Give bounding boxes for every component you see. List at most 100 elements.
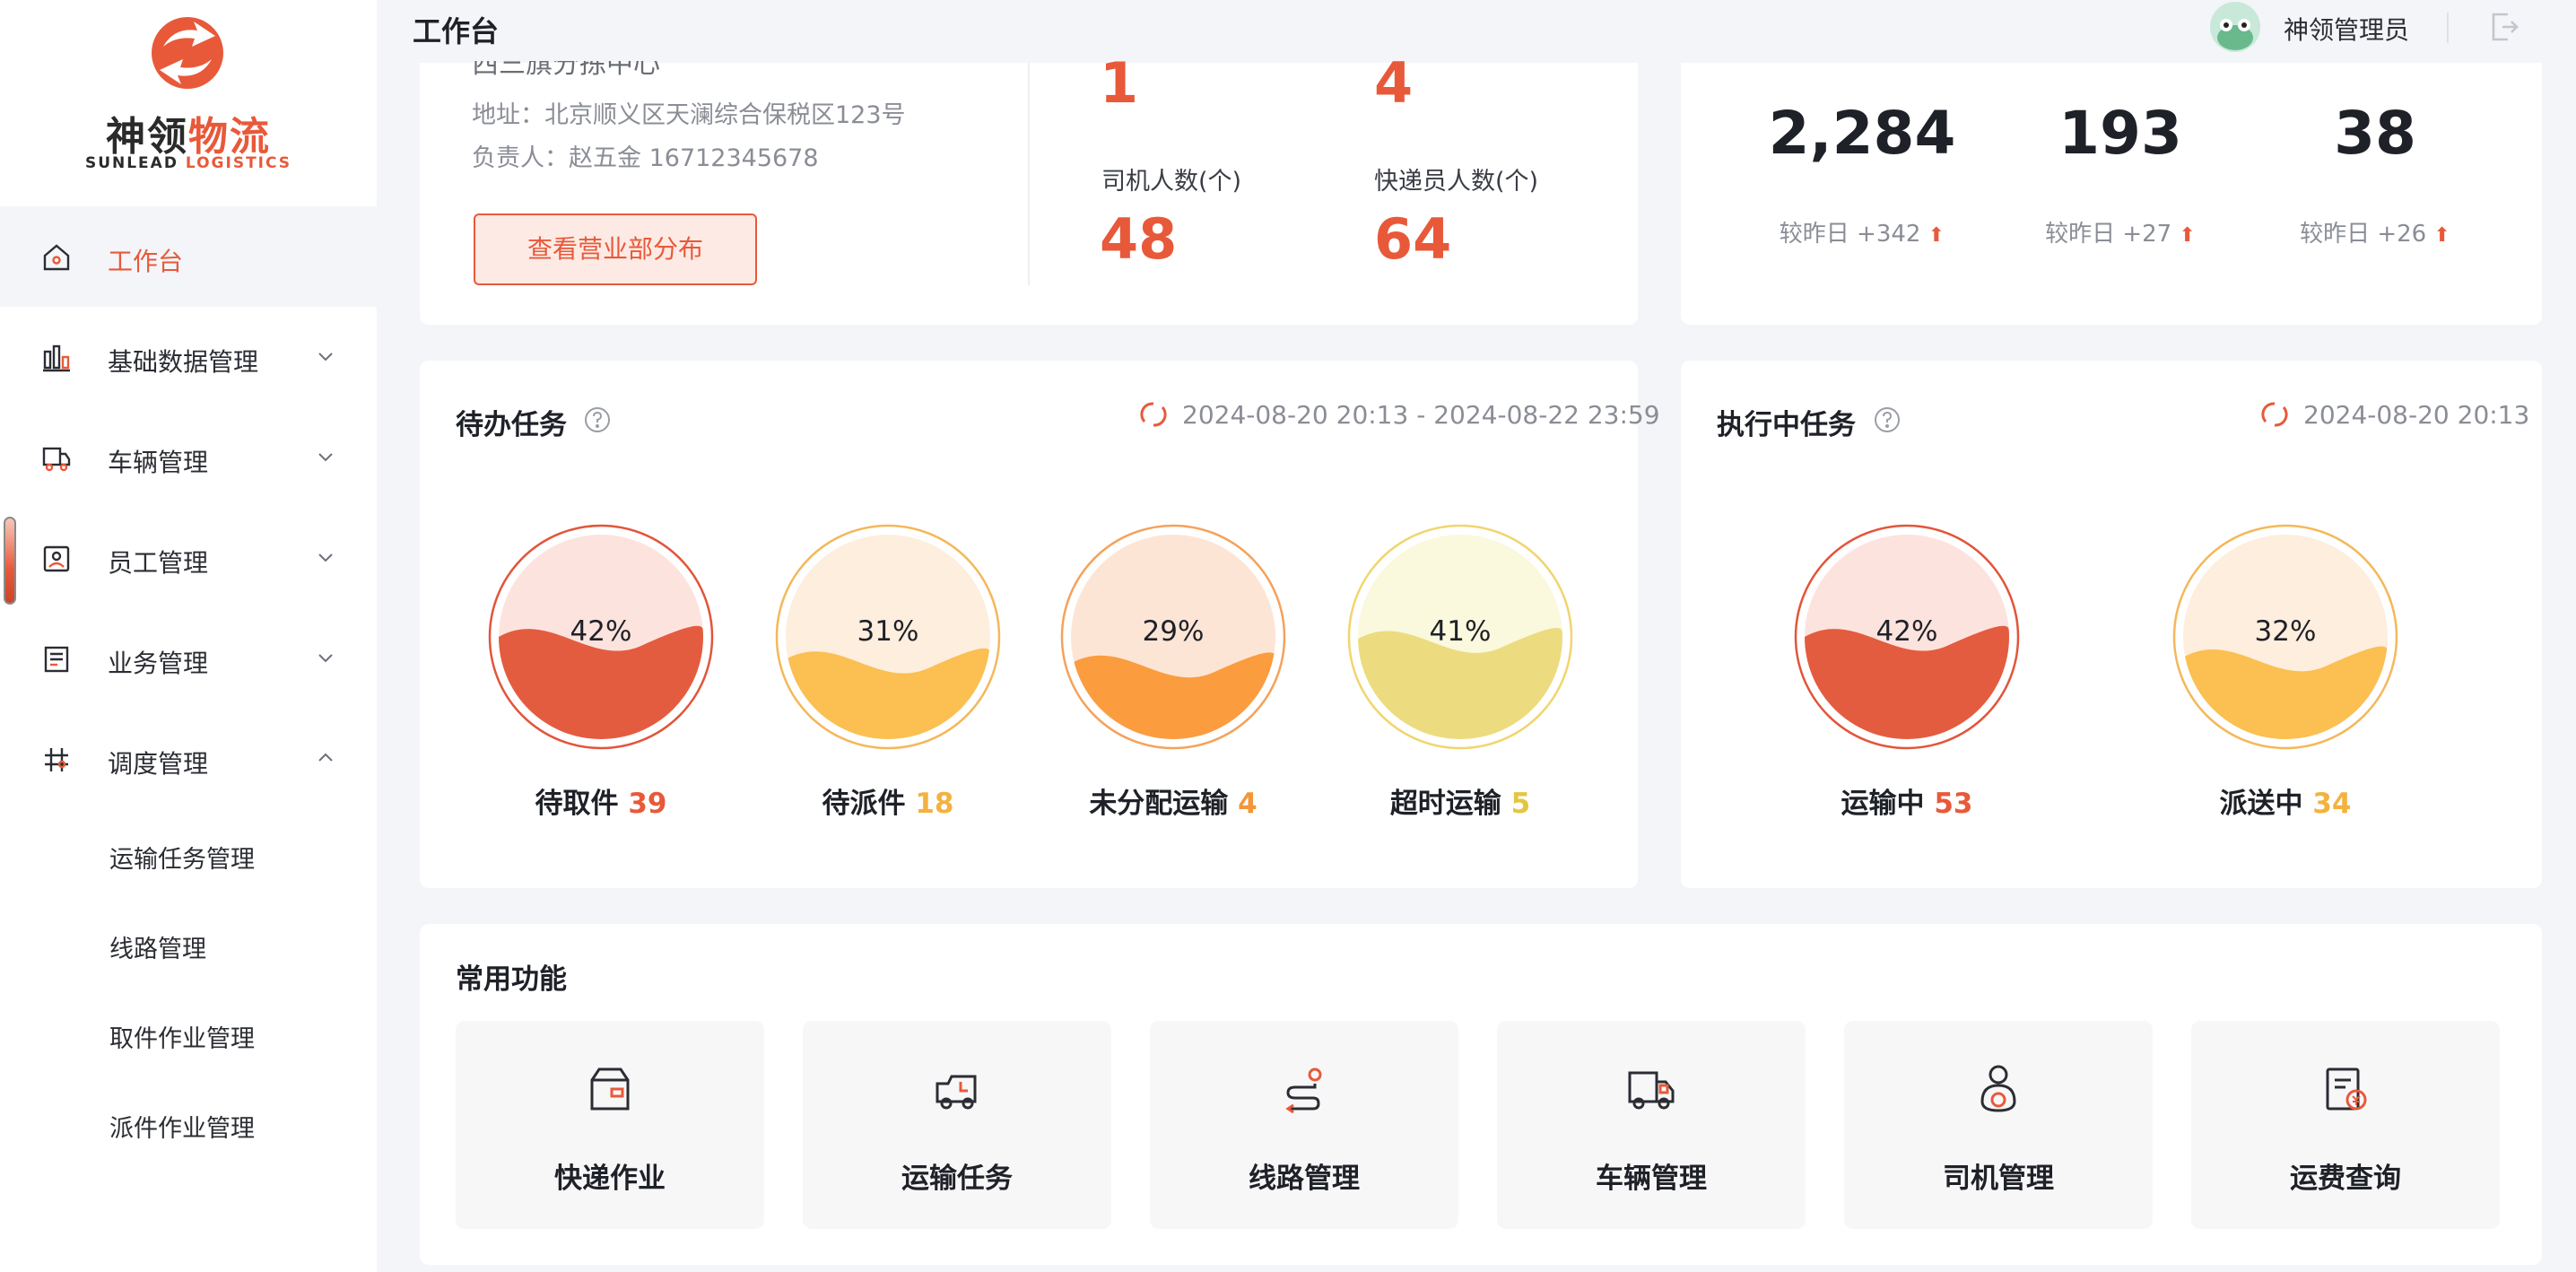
pending-tasks-title: 待办任务 bbox=[456, 409, 567, 441]
logo-mark-icon bbox=[152, 17, 223, 89]
org-address: 地址：北京顺义区天澜综合保税区123号 bbox=[472, 101, 906, 129]
truck-icon bbox=[1628, 1071, 1675, 1110]
totals-card: 2,284 193 38 较昨日 +342 ⬆ 较昨日 +27 ⬆ 较昨日 +2… bbox=[1681, 63, 2542, 325]
gauge-caption: 待派件 18 bbox=[822, 788, 954, 820]
sidebar-item-label: 车辆管理 bbox=[108, 448, 209, 477]
sidebar-item-vehicles[interactable]: 车辆管理 bbox=[0, 407, 377, 508]
gauge-unassigned-transport[interactable]: 29% bbox=[1058, 522, 1288, 752]
gauge-percent: 41% bbox=[1429, 615, 1492, 648]
bar-chart-icon bbox=[43, 344, 70, 372]
driver-count: 48 bbox=[1100, 206, 1178, 272]
top-header: 工作台 神领管理员 bbox=[377, 0, 2576, 63]
gauge-percent: 29% bbox=[1142, 615, 1205, 648]
scrollbar-thumb[interactable] bbox=[4, 517, 16, 605]
sidebar-item-label: 业务管理 bbox=[108, 649, 209, 678]
view-branch-distribution-button[interactable]: 查看营业部分布 bbox=[474, 213, 757, 285]
running-tasks-card: 执行中任务 2024-08-20 20:13 42% 运输中 53 32% 派送… bbox=[1681, 361, 2542, 888]
gauge-count: 34 bbox=[2312, 788, 2352, 820]
func-freight-query[interactable]: 运费查询 bbox=[2191, 1021, 2500, 1229]
func-route-management[interactable]: 线路管理 bbox=[1150, 1021, 1458, 1229]
dispatch-icon bbox=[45, 748, 68, 771]
gauge-percent: 42% bbox=[570, 615, 632, 648]
func-label: 车辆管理 bbox=[1596, 1163, 1707, 1195]
org-manager: 负责人：赵五金 16712345678 bbox=[472, 144, 819, 172]
running-tasks-title: 执行中任务 bbox=[1717, 409, 1856, 441]
gauge-delivering[interactable]: 32% bbox=[2171, 522, 2400, 752]
up-arrow-icon: ⬆ bbox=[2179, 224, 2196, 247]
sidebar-item-label: 员工管理 bbox=[108, 548, 209, 578]
fee-receipt-icon bbox=[2326, 1067, 2367, 1111]
func-express-operations[interactable]: 快递作业 bbox=[456, 1021, 764, 1229]
gauge-overdue-transport[interactable]: 41% bbox=[1345, 522, 1575, 752]
pending-tasks-card: 待办任务 2024-08-20 20:13 - 2024-08-22 23:59… bbox=[420, 361, 1660, 888]
driver-icon bbox=[1980, 1065, 2016, 1112]
gauge-caption: 运输中 53 bbox=[1841, 788, 1973, 820]
header-divider bbox=[2447, 13, 2449, 43]
func-label: 运费查询 bbox=[2290, 1163, 2401, 1195]
id-card-icon bbox=[43, 545, 70, 572]
chevron-down-icon bbox=[318, 654, 333, 663]
admin-name[interactable]: 神领管理员 bbox=[2284, 11, 2409, 47]
card-divider bbox=[1028, 63, 1030, 285]
stat-top-2: 4 bbox=[1374, 50, 1414, 116]
gauge-in-transit[interactable]: 42% bbox=[1792, 522, 2022, 752]
gauge-pending-delivery[interactable]: 31% bbox=[773, 522, 1003, 752]
help-icon[interactable] bbox=[583, 405, 612, 434]
chevron-up-icon bbox=[318, 753, 333, 762]
sidebar-subitem-pickup-jobs[interactable]: 取件作业管理 bbox=[0, 989, 377, 1078]
home-icon bbox=[43, 244, 70, 271]
compare-line-1: 较昨日 +342 ⬆ bbox=[1779, 221, 1945, 248]
gauge-percent: 31% bbox=[857, 615, 919, 648]
compare-line-2: 较昨日 +27 ⬆ bbox=[2045, 221, 2196, 248]
func-vehicle-management[interactable]: 车辆管理 bbox=[1497, 1021, 1806, 1229]
sidebar-item-dispatch[interactable]: 调度管理 bbox=[0, 709, 377, 809]
logout-icon[interactable] bbox=[2486, 9, 2522, 45]
avatar[interactable] bbox=[2210, 2, 2260, 52]
sidebar-item-business[interactable]: 业务管理 bbox=[0, 608, 377, 709]
page-title: 工作台 bbox=[413, 14, 500, 48]
gauge-percent: 32% bbox=[2254, 615, 2317, 648]
func-label: 司机管理 bbox=[1943, 1163, 2054, 1195]
logo-subtitle: SUNLEAD LOGISTICS bbox=[84, 154, 292, 172]
gauge-pending-pickup[interactable]: 42% bbox=[486, 522, 716, 752]
compare-line-3: 较昨日 +26 ⬆ bbox=[2300, 221, 2450, 248]
courier-count-label: 快递员人数(个) bbox=[1374, 168, 1539, 196]
document-icon bbox=[44, 646, 69, 673]
total-value-1: 2,284 bbox=[1768, 99, 1956, 168]
gauge-count: 39 bbox=[628, 788, 667, 820]
help-icon[interactable] bbox=[1873, 405, 1902, 434]
route-icon bbox=[1285, 1067, 1322, 1114]
refresh-icon[interactable] bbox=[1139, 400, 1168, 429]
chevron-down-icon bbox=[318, 553, 333, 562]
sidebar-item-label: 调度管理 bbox=[108, 749, 209, 779]
sidebar-subitem-routes[interactable]: 线路管理 bbox=[0, 899, 377, 989]
gauge-caption: 超时运输 5 bbox=[1389, 788, 1531, 820]
sidebar-subitem-transport-tasks[interactable]: 运输任务管理 bbox=[0, 809, 377, 899]
gauge-count: 53 bbox=[1934, 788, 1973, 820]
up-arrow-icon: ⬆ bbox=[2433, 224, 2450, 247]
gauge-percent: 42% bbox=[1875, 615, 1938, 648]
running-date-range: 2024-08-20 20:13 bbox=[2303, 400, 2530, 430]
gauge-caption: 派送中 34 bbox=[2219, 788, 2352, 820]
gauge-caption: 未分配运输 4 bbox=[1089, 788, 1258, 820]
gauge-caption: 待取件 39 bbox=[535, 788, 667, 820]
driver-count-label: 司机人数(个) bbox=[1101, 168, 1242, 196]
sidebar-item-base-data[interactable]: 基础数据管理 bbox=[0, 307, 377, 407]
pending-date-range: 2024-08-20 20:13 - 2024-08-22 23:59 bbox=[1182, 400, 1660, 430]
refresh-icon[interactable] bbox=[2260, 400, 2289, 429]
func-driver-management[interactable]: 司机管理 bbox=[1844, 1021, 2153, 1229]
sidebar-subitem-delivery-jobs[interactable]: 派件作业管理 bbox=[0, 1078, 377, 1168]
sidebar-item-label: 基础数据管理 bbox=[108, 347, 259, 377]
sidebar-item-employees[interactable]: 员工管理 bbox=[0, 508, 377, 608]
logo-wordmark: 神领物流 bbox=[106, 114, 271, 160]
frog-avatar-icon bbox=[2210, 2, 2260, 52]
sidebar-menu: 工作台 基础数据管理 车辆管理 员工管理 业务管理 调度管理 运输任务管理 线路… bbox=[0, 206, 377, 1168]
gauge-count: 5 bbox=[1510, 788, 1531, 820]
gauge-count: 4 bbox=[1238, 788, 1258, 820]
sidebar-item-workbench[interactable]: 工作台 bbox=[0, 206, 377, 307]
common-functions-title: 常用功能 bbox=[456, 963, 567, 996]
common-functions-card: 常用功能 快递作业 运输任务 线路管理 车辆管理 司机管理 运费查询 bbox=[420, 924, 2542, 1265]
func-transport-tasks[interactable]: 运输任务 bbox=[803, 1021, 1111, 1229]
sidebar: 神领物流 SUNLEAD LOGISTICS 工作台 基础数据管理 车辆管理 员… bbox=[0, 0, 377, 1272]
gauge-count: 18 bbox=[915, 788, 954, 820]
